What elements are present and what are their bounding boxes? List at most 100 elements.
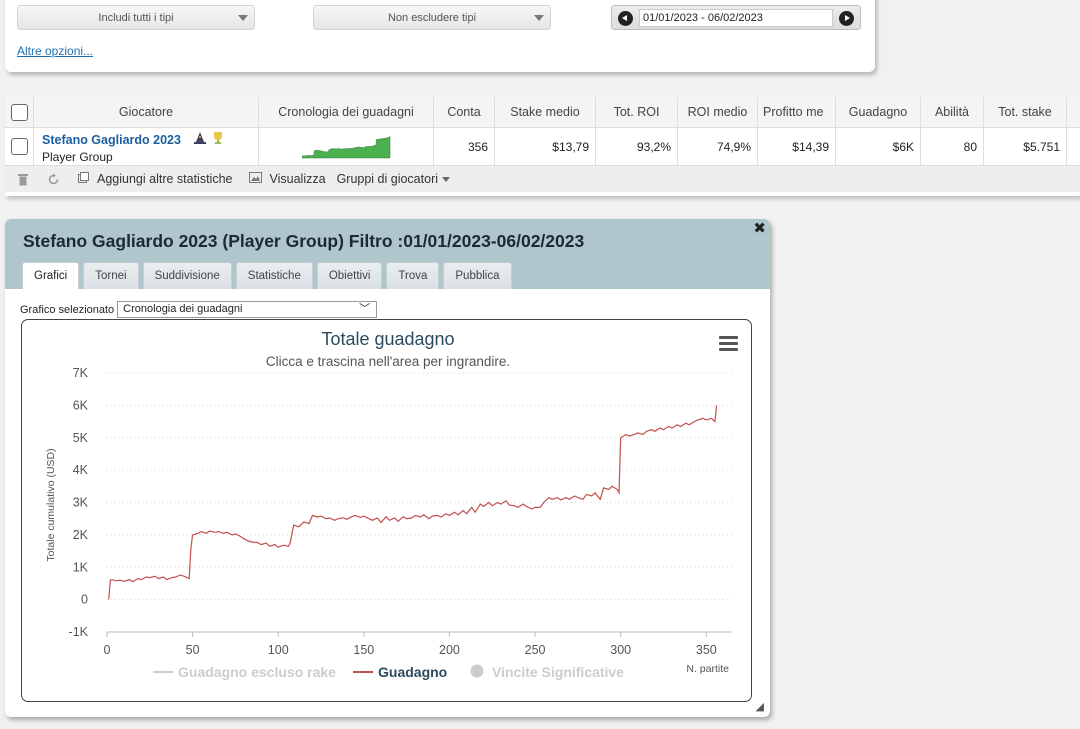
chart-selector-row: Grafico selezionato Cronologia dei guada… [20, 301, 378, 318]
chart-svg[interactable]: Totale guadagno Clicca e trascina nell'a… [22, 320, 750, 700]
roi-medio-value: 74,9% [678, 128, 758, 165]
select-all-checkbox[interactable] [10, 103, 28, 121]
header-guadagno[interactable]: Guadagno [836, 97, 921, 127]
player-group-label: Player Group [42, 150, 113, 164]
legend-item-guadagno-escluso-rake[interactable]: Guadagno escluso rake [153, 664, 336, 680]
x-tick-label: 300 [610, 643, 631, 657]
date-range-input[interactable]: 01/01/2023 - 06/02/2023 [639, 9, 833, 27]
profitto-medio-value: $14,39 [758, 128, 836, 165]
y-tick-label: 6K [73, 398, 89, 412]
y-tick-label: -1K [69, 625, 89, 639]
wizard-hat-icon [193, 131, 207, 148]
x-axis-label: N. partite [686, 663, 729, 675]
stake-medio-value: $13,79 [495, 128, 596, 165]
conta-value: 356 [434, 128, 495, 165]
chevron-down-icon [238, 15, 248, 21]
x-axis-ticks: 0 50 100 150 200 250 300 350 [104, 632, 717, 657]
x-tick-label: 100 [268, 643, 289, 657]
view-label: Visualizza [269, 172, 326, 186]
type-exclude-dropdown[interactable]: Non escludere tipi [313, 5, 551, 30]
legend-item-vincite-significative[interactable]: Vincite Significative [470, 664, 625, 680]
add-stats-icon [78, 172, 89, 186]
filter-panel: Includi tutti i tipi Non escludere tipi … [5, 0, 875, 72]
header-tot-stake[interactable]: Tot. stake [984, 97, 1067, 127]
y-axis-ticks: -1K 0 1K 2K 3K 4K 5K 6K 7K [69, 366, 89, 639]
header-abilita[interactable]: Abilità [921, 97, 984, 127]
type-exclude-label: Non escludere tipi [387, 11, 477, 24]
tab-tornei[interactable]: Tornei [83, 262, 139, 289]
previous-period-icon[interactable] [618, 11, 633, 26]
next-period-icon[interactable] [839, 11, 854, 26]
player-detail-dialog: Stefano Gagliardo 2023 (Player Group) Fi… [5, 219, 770, 717]
chart-select[interactable]: Cronologia dei guadagni ﹀ [117, 301, 378, 318]
menu-icon[interactable] [719, 336, 738, 351]
legend-label: Vincite Significative [492, 664, 624, 680]
select-all-cell [5, 97, 34, 127]
legend-label: Guadagno escluso rake [178, 664, 336, 680]
tab-obiettivi[interactable]: Obiettivi [316, 262, 383, 289]
chart-select-label: Grafico selezionato [20, 303, 115, 316]
header-profitto-medio[interactable]: Profitto me [758, 97, 836, 127]
y-tick-label: 1K [73, 560, 89, 574]
header-tot-roi[interactable]: Tot. ROI [596, 97, 678, 127]
tab-pubblica[interactable]: Pubblica [443, 262, 512, 289]
chart-legend: Guadagno escluso rake Guadagno Vincite S… [153, 664, 624, 680]
chevron-down-icon: ﹀ [359, 303, 371, 315]
y-tick-label: 5K [73, 431, 89, 445]
y-tick-label: 4K [73, 463, 89, 477]
header-conta[interactable]: Conta [434, 97, 495, 127]
image-icon [248, 172, 262, 186]
chart-title: Totale guadagno [321, 329, 454, 349]
x-tick-label: 50 [186, 643, 200, 657]
x-tick-label: 200 [439, 643, 460, 657]
tab-trova[interactable]: Trova [386, 262, 440, 289]
add-stats-label: Aggiungi altre statistiche [97, 172, 233, 186]
view-button[interactable]: Visualizza [248, 172, 326, 186]
tot-stake-value: $5.751 [984, 128, 1067, 165]
trash-icon[interactable] [17, 173, 29, 186]
date-range-control: 01/01/2023 - 06/02/2023 [611, 5, 861, 30]
tab-statistiche[interactable]: Statistiche [235, 262, 313, 289]
tot-roi-value: 93,2% [596, 128, 678, 165]
table-row[interactable]: Stefano Gagliardo 2023 Player Group 356 … [5, 128, 1080, 166]
player-groups-dropdown[interactable]: Gruppi di giocatori [336, 172, 451, 186]
table-header: Giocatore Cronologia dei guadagni Conta … [5, 97, 1080, 128]
player-groups-label: Gruppi di giocatori [336, 172, 439, 186]
sparkline-cell [259, 128, 434, 165]
y-tick-label: 2K [73, 528, 89, 542]
resize-grip-icon[interactable]: ◢ [756, 700, 764, 713]
refresh-icon[interactable] [47, 173, 60, 186]
y-tick-label: 0 [81, 593, 88, 607]
y-axis-label: Totale cumulativo (USD) [45, 448, 57, 561]
add-stats-button[interactable]: Aggiungi altre statistiche [78, 172, 233, 186]
player-cell: Stefano Gagliardo 2023 Player Group [34, 128, 259, 165]
x-tick-label: 250 [525, 643, 546, 657]
tab-suddivisione[interactable]: Suddivisione [142, 262, 232, 289]
legend-item-guadagno[interactable]: Guadagno [353, 664, 447, 680]
player-stats-table: Giocatore Cronologia dei guadagni Conta … [5, 97, 1080, 196]
close-icon[interactable]: ✖ [753, 219, 766, 237]
header-cronologia[interactable]: Cronologia dei guadagni [259, 97, 434, 127]
player-name-link[interactable]: Stefano Gagliardo 2023 [42, 133, 181, 147]
abilita-value: 80 [921, 128, 984, 165]
tab-grafici[interactable]: Grafici [22, 262, 80, 289]
header-stake-medio[interactable]: Stake medio [495, 97, 596, 127]
y-tick-label: 7K [73, 366, 89, 380]
type-include-dropdown[interactable]: Includi tutti i tipi [17, 5, 255, 30]
y-tick-label: 3K [73, 496, 89, 510]
x-tick-label: 150 [353, 643, 374, 657]
header-giocatore[interactable]: Giocatore [34, 97, 259, 127]
chart-subtitle: Clicca e trascina nell'area per ingrandi… [266, 354, 510, 369]
x-tick-label: 0 [104, 643, 111, 657]
earnings-sparkline[interactable] [296, 132, 396, 162]
chart-grid [107, 372, 732, 633]
header-roi-medio[interactable]: ROI medio [678, 97, 758, 127]
row-checkbox[interactable] [10, 138, 28, 155]
earnings-chart[interactable]: Totale guadagno Clicca e trascina nell'a… [21, 319, 752, 702]
type-include-label: Includi tutti i tipi [98, 11, 174, 24]
dialog-title: Stefano Gagliardo 2023 (Player Group) Fi… [23, 231, 585, 251]
more-options-link[interactable]: Altre opzioni... [17, 44, 93, 58]
trophy-icon [211, 131, 225, 148]
guadagno-value: $6K [836, 128, 921, 165]
dialog-header: Stefano Gagliardo 2023 (Player Group) Fi… [5, 219, 770, 289]
